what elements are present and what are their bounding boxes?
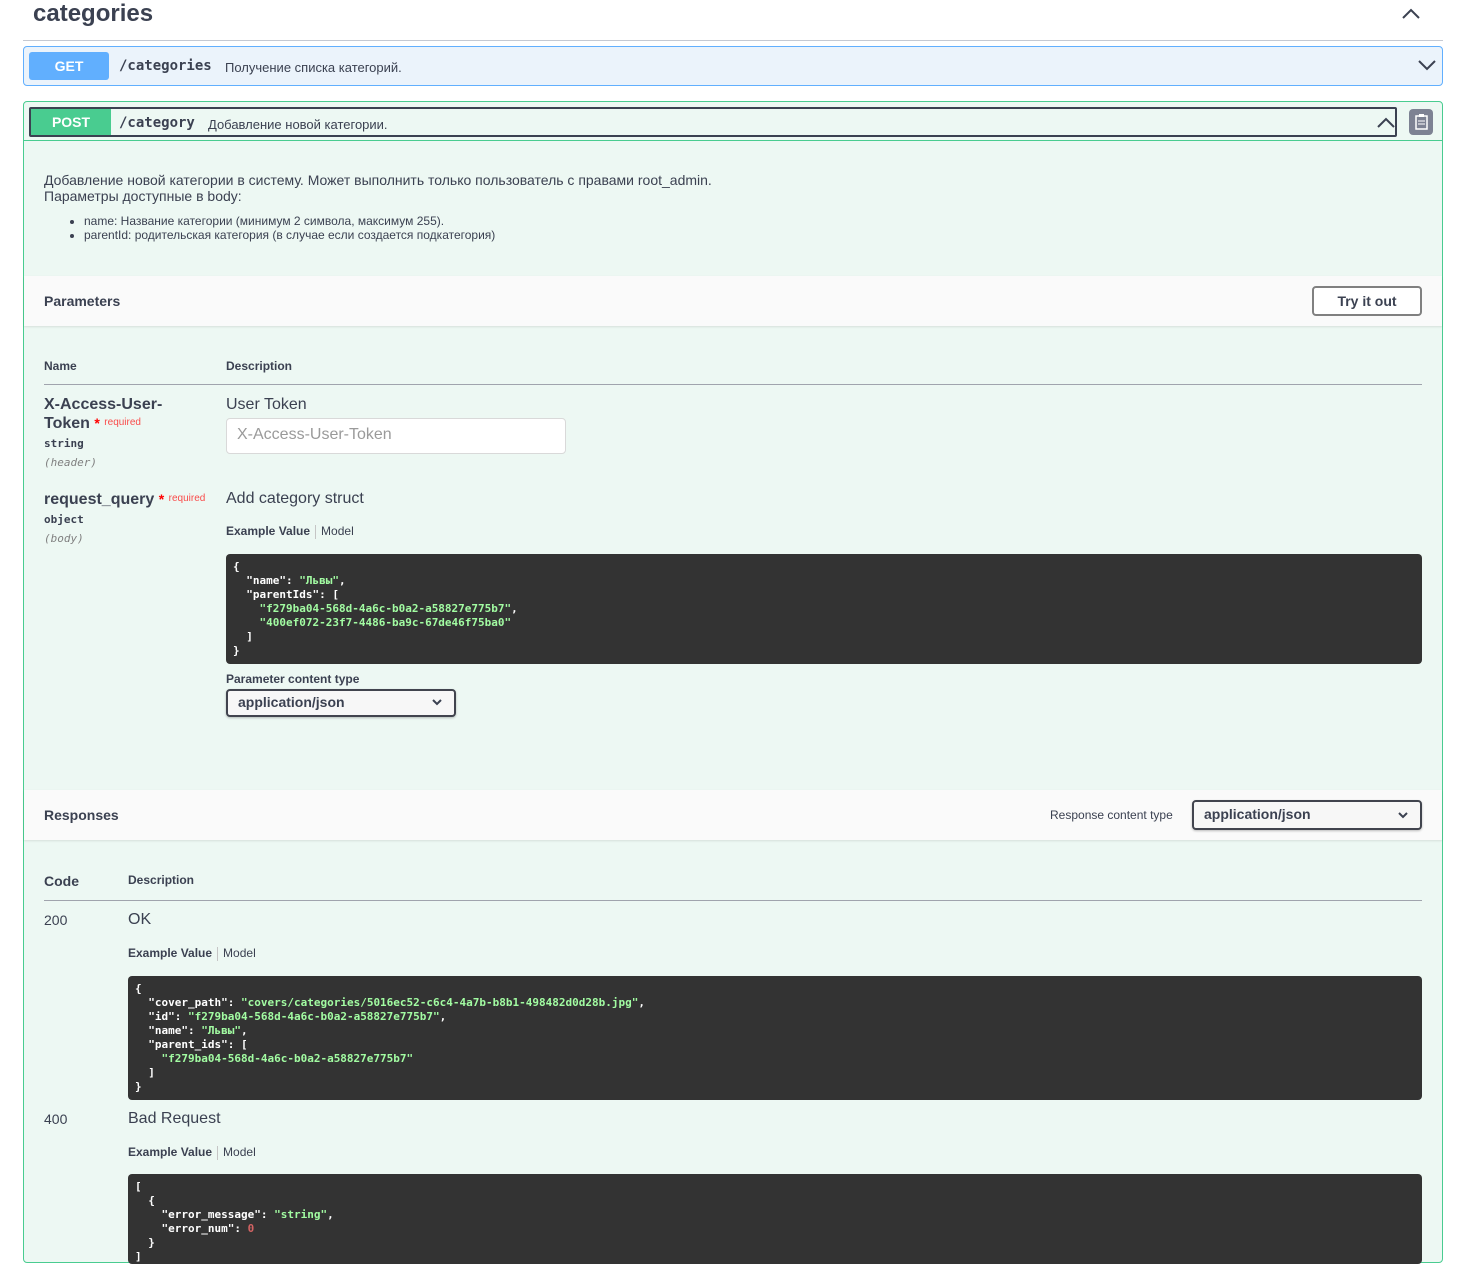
param-name: X-Access-User- Token * required xyxy=(44,396,162,433)
copy-to-clipboard-button[interactable] xyxy=(1409,109,1433,135)
tab-separator xyxy=(217,1145,219,1160)
divider xyxy=(44,384,1422,385)
operation-path: /categories xyxy=(119,58,212,74)
json-value: string xyxy=(280,1208,321,1221)
chevron-down-icon[interactable] xyxy=(1418,58,1436,72)
response-content-type-label: Response content type xyxy=(1050,808,1173,822)
chevron-up-icon[interactable] xyxy=(1377,115,1395,129)
param-location: (header) xyxy=(44,456,97,469)
response-description: Bad Request xyxy=(128,1110,221,1127)
responses-title: Responses xyxy=(44,807,119,823)
description-list: name: Название категории (минимум 2 симв… xyxy=(44,214,712,242)
example-model-tabs: Example Value Model xyxy=(226,524,354,539)
json-value: f279ba04-568d-4a6c-b0a2-a58827e775b7 xyxy=(266,602,505,615)
response-200-example-code[interactable]: { "cover_path": "covers/categories/5016e… xyxy=(128,976,1422,1100)
response-content-type-select[interactable]: application/json xyxy=(1192,800,1422,830)
operation-description: Добавление новой категории в систему. Мо… xyxy=(44,172,712,242)
parameters-header: Parameters Try it out xyxy=(24,276,1442,326)
param-location: (body) xyxy=(44,532,84,545)
tag-header-categories[interactable]: categories xyxy=(23,0,1443,41)
required-star: * xyxy=(158,491,165,507)
divider xyxy=(24,140,1442,141)
column-header-code: Code xyxy=(44,873,79,889)
list-item: parentId: родительская категория (в случ… xyxy=(84,228,712,242)
operation-get-categories[interactable]: GET /categories Получение списка категор… xyxy=(23,46,1443,86)
param-type: string xyxy=(44,437,84,450)
column-header-description: Description xyxy=(226,359,293,373)
select-value: application/json xyxy=(1204,806,1311,822)
json-value: Львы xyxy=(207,1024,235,1037)
example-model-tabs: Example Value Model xyxy=(128,1145,256,1160)
param-description: User Token xyxy=(226,396,307,413)
try-it-out-button[interactable]: Try it out xyxy=(1312,286,1422,316)
operation-summary: Добавление новой категории. xyxy=(208,117,388,132)
tag-title: categories xyxy=(33,0,154,27)
response-description: OK xyxy=(128,911,152,928)
list-item: name: Название категории (минимум 2 симв… xyxy=(84,214,712,228)
example-model-tabs: Example Value Model xyxy=(128,946,256,961)
method-badge-post: POST xyxy=(31,109,111,135)
operation-summary: Получение списка категорий. xyxy=(225,60,402,75)
divider xyxy=(44,900,1422,901)
param-type: object xyxy=(44,513,84,526)
parameter-content-type-select[interactable]: application/json xyxy=(226,689,456,717)
tab-example-value[interactable]: Example Value xyxy=(128,1145,212,1159)
method-badge-get: GET xyxy=(29,52,109,80)
tab-separator xyxy=(217,946,219,961)
chevron-down-icon xyxy=(1398,812,1408,819)
chevron-down-icon xyxy=(432,699,442,706)
parameter-content-type-label: Parameter content type xyxy=(226,672,360,686)
param-name: request_query * required xyxy=(44,490,205,509)
select-value: application/json xyxy=(238,694,345,710)
param-name-text: Token xyxy=(44,415,90,432)
required-label: required xyxy=(168,493,206,504)
description-line: Параметры доступные в body: xyxy=(44,188,242,204)
x-access-user-token-input[interactable]: X-Access-User-Token xyxy=(226,418,566,454)
response-400-example-code[interactable]: [ { "error_message": "string", "error_nu… xyxy=(128,1174,1422,1264)
json-value: covers/categories/5016ec52-c6c4-4a7b-b8b… xyxy=(247,996,632,1009)
tab-model[interactable]: Model xyxy=(321,524,354,538)
chevron-up-icon[interactable] xyxy=(1401,6,1421,20)
parameters-title: Parameters xyxy=(44,293,121,309)
required-label: required xyxy=(104,417,141,428)
column-header-name: Name xyxy=(44,359,77,373)
param-name-text: request_query xyxy=(44,491,155,508)
json-value: f279ba04-568d-4a6c-b0a2-a58827e775b7 xyxy=(168,1052,407,1065)
responses-header: Responses Response content type applicat… xyxy=(24,790,1442,840)
tab-example-value[interactable]: Example Value xyxy=(226,524,310,538)
required-star: * xyxy=(94,415,100,431)
json-value: Львы xyxy=(305,574,333,587)
response-code: 200 xyxy=(44,912,68,928)
tab-separator xyxy=(315,524,317,539)
json-value: f279ba04-568d-4a6c-b0a2-a58827e775b7 xyxy=(194,1010,434,1023)
tab-model[interactable]: Model xyxy=(223,1145,256,1159)
json-value: 0 xyxy=(247,1222,255,1235)
operation-path: /category xyxy=(119,115,195,131)
tab-example-value[interactable]: Example Value xyxy=(128,946,212,960)
response-code: 400 xyxy=(44,1111,68,1127)
operation-post-category: POST /category Добавление новой категори… xyxy=(23,101,1443,1264)
tab-model[interactable]: Model xyxy=(223,946,256,960)
description-line: Добавление новой категории в систему. Мо… xyxy=(44,172,712,188)
operation-summary-bar[interactable]: POST /category Добавление новой категори… xyxy=(29,107,1397,137)
param-name-text: X-Access-User- xyxy=(44,396,163,413)
json-value: 400ef072-23f7-4486-ba9c-67de46f75ba0 xyxy=(266,616,505,629)
clipboard-icon xyxy=(1415,114,1428,130)
column-header-description: Description xyxy=(128,873,195,887)
param-description: Add category struct xyxy=(226,490,364,507)
request-example-code[interactable]: { "name": "Львы", "parentIds": [ "f279ba… xyxy=(226,554,1422,664)
